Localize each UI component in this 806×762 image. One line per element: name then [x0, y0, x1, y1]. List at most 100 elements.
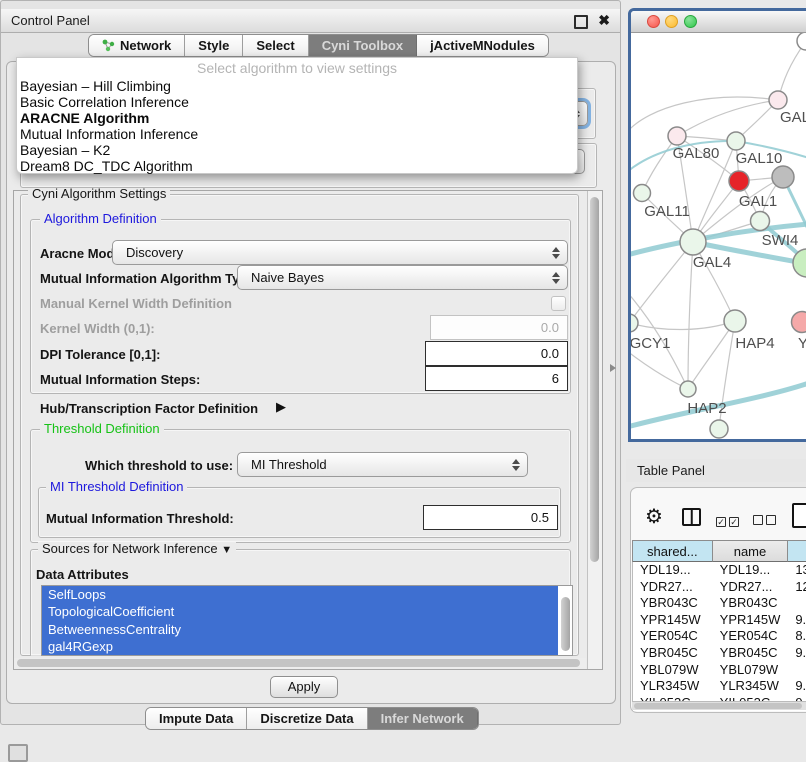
panel-divider-handle[interactable]	[610, 364, 616, 372]
attribute-item-topologicalcoefficient[interactable]: TopologicalCoefficient	[42, 603, 558, 620]
algorithm-item-bayesian-k2[interactable]: Bayesian – K2	[17, 142, 577, 158]
node-gal10[interactable]	[727, 132, 745, 150]
node-unlabeled[interactable]	[710, 420, 728, 438]
select-all-checkboxes-icon[interactable]: ✓✓	[716, 512, 742, 530]
node-unlabeled[interactable]	[797, 33, 806, 50]
scrollbar-thumb[interactable]	[17, 659, 580, 667]
column-header-a[interactable]: A	[788, 541, 806, 562]
close-window-icon[interactable]: ✖	[598, 12, 610, 29]
tab-select[interactable]: Select	[243, 35, 308, 56]
node-y[interactable]	[792, 312, 806, 333]
tab-label: jActiveMNodules	[430, 38, 535, 53]
data-attributes-label: Data Attributes	[36, 567, 129, 583]
combo-spinner-icon	[508, 459, 523, 471]
table-cell	[788, 595, 806, 612]
attribute-list-scrollbar[interactable]	[561, 597, 570, 651]
popup-placeholder: Select algorithm to view settings	[17, 58, 577, 78]
tab-jactivemnodules[interactable]: jActiveMNodules	[417, 35, 548, 56]
close-traffic-light[interactable]	[647, 15, 660, 28]
document-icon[interactable]	[792, 503, 806, 528]
column-header-shared[interactable]: shared...	[633, 541, 713, 562]
aracne-mode-combobox[interactable]: Discovery	[112, 240, 568, 265]
tab-cyni-toolbox[interactable]: Cyni Toolbox	[309, 35, 417, 56]
data-attributes-list[interactable]: SelfLoopsTopologicalCoefficientBetweenne…	[41, 585, 573, 656]
mi-algorithm-type-combobox[interactable]: Naive Bayes	[237, 265, 568, 290]
node-gal[interactable]	[769, 91, 787, 109]
table-header-row: shared...nameA	[632, 540, 806, 562]
scrollbar-thumb[interactable]	[634, 703, 802, 709]
node-gal1[interactable]	[729, 171, 749, 191]
table-cell: YBL079W	[713, 662, 789, 679]
node-unlabeled[interactable]	[772, 166, 794, 188]
algorithm-item-aracne-algorithm[interactable]: ARACNE Algorithm	[17, 110, 577, 126]
table-horizontal-scrollbar[interactable]	[632, 701, 806, 710]
minimize-traffic-light[interactable]	[665, 15, 678, 28]
table-cell: 12	[788, 579, 806, 596]
network-window-titlebar[interactable]	[631, 11, 806, 33]
settings-gear-icon[interactable]: ⚙	[645, 507, 663, 527]
bottom-tab-impute-data[interactable]: Impute Data	[146, 708, 247, 729]
manual-kernel-checkbox[interactable]	[551, 296, 566, 311]
table-row[interactable]: YBR043CYBR043C	[632, 595, 806, 612]
dpi-tolerance-field[interactable]: 0.0	[425, 341, 568, 366]
table-row[interactable]: YLR345WYLR345W9.	[632, 678, 806, 695]
algorithm-item-dream8-dc-tdc-algorithm[interactable]: Dream8 DC_TDC Algorithm	[17, 158, 577, 174]
table-cell: YER054C	[633, 628, 713, 645]
float-window-icon[interactable]	[574, 15, 588, 29]
hub-definition-label: Hub/Transcription Factor Definition	[40, 401, 258, 417]
table-row[interactable]: YBR045CYBR045C9.	[632, 645, 806, 662]
table-row[interactable]: YDL19...YDL19...13	[632, 562, 806, 579]
attribute-item-selfloops[interactable]: SelfLoops	[42, 586, 558, 603]
node-gal80[interactable]	[668, 127, 686, 145]
column-header-name[interactable]: name	[713, 541, 789, 562]
kernel-width-label: Kernel Width (0,1):	[40, 321, 155, 337]
table-cell: YDL19...	[713, 562, 789, 579]
node-gal11[interactable]	[634, 185, 651, 202]
table-panel-titlebar[interactable]: Table Panel	[626, 459, 806, 482]
table-row[interactable]: YER054CYER054C8.	[632, 628, 806, 645]
tab-style[interactable]: Style	[185, 35, 243, 56]
tab-label: Discretize Data	[260, 711, 353, 726]
algorithm-item-mutual-information-inference[interactable]: Mutual Information Inference	[17, 126, 577, 142]
control-panel-titlebar[interactable]: Control Panel ✖	[1, 9, 620, 33]
network-edge	[688, 321, 735, 389]
network-edge	[631, 321, 735, 330]
attribute-item-betweennesscentrality[interactable]: BetweennessCentrality	[42, 621, 558, 638]
apply-button[interactable]: Apply	[270, 676, 338, 698]
node-hap2[interactable]	[680, 381, 696, 397]
network-icon	[102, 39, 115, 52]
zoom-traffic-light[interactable]	[684, 15, 697, 28]
bottom-tab-discretize-data[interactable]: Discretize Data	[247, 708, 367, 729]
combo-spinner-icon	[548, 272, 563, 284]
expand-right-arrow-icon[interactable]: ▶	[276, 399, 286, 415]
which-threshold-combobox[interactable]: MI Threshold	[237, 452, 528, 477]
settings-horizontal-scrollbar[interactable]	[14, 658, 586, 669]
table-row[interactable]: YPR145WYPR145W9.	[632, 612, 806, 629]
node-swi4[interactable]	[751, 212, 770, 231]
tab-network[interactable]: Network	[89, 35, 185, 56]
table-row[interactable]: YDR27...YDR27...12	[632, 579, 806, 596]
split-view-icon[interactable]	[682, 508, 701, 526]
mi-threshold-field[interactable]: 0.5	[423, 505, 558, 530]
attribute-item-gal4rgexp[interactable]: gal4RGexp	[42, 638, 558, 655]
collapsed-panel-button[interactable]	[8, 744, 28, 762]
mi-steps-field[interactable]: 6	[425, 366, 568, 391]
node-gcy1[interactable]	[631, 314, 638, 332]
algorithm-item-bayesian-hill-climbing[interactable]: Bayesian – Hill Climbing	[17, 78, 577, 94]
deselect-checkboxes-icon[interactable]	[753, 512, 779, 530]
mi-threshold-label: Mutual Information Threshold:	[46, 511, 234, 527]
table-cell: YDL19...	[633, 562, 713, 579]
collapse-down-arrow-icon[interactable]: ▼	[221, 544, 232, 556]
settings-vertical-scrollbar[interactable]	[587, 191, 602, 669]
scrollbar-thumb[interactable]	[590, 197, 599, 562]
network-canvas[interactable]: GALGAL80GAL10GAL1GAL11SWI4GAL4GCY1HAP4YH…	[631, 33, 806, 440]
bottom-tab-infer-network[interactable]: Infer Network	[368, 708, 478, 729]
algorithm-item-basic-correlation-inference[interactable]: Basic Correlation Inference	[17, 94, 577, 110]
node-hap4[interactable]	[724, 310, 746, 332]
node-label: GAL4	[693, 254, 731, 271]
node-gal4[interactable]	[680, 229, 706, 255]
sources-group-title: Sources for Network Inference ▼	[38, 542, 236, 557]
table-row[interactable]: YBL079WYBL079W	[632, 662, 806, 679]
window-title: Control Panel	[11, 13, 90, 28]
kernel-width-field[interactable]: 0.0	[430, 315, 568, 340]
